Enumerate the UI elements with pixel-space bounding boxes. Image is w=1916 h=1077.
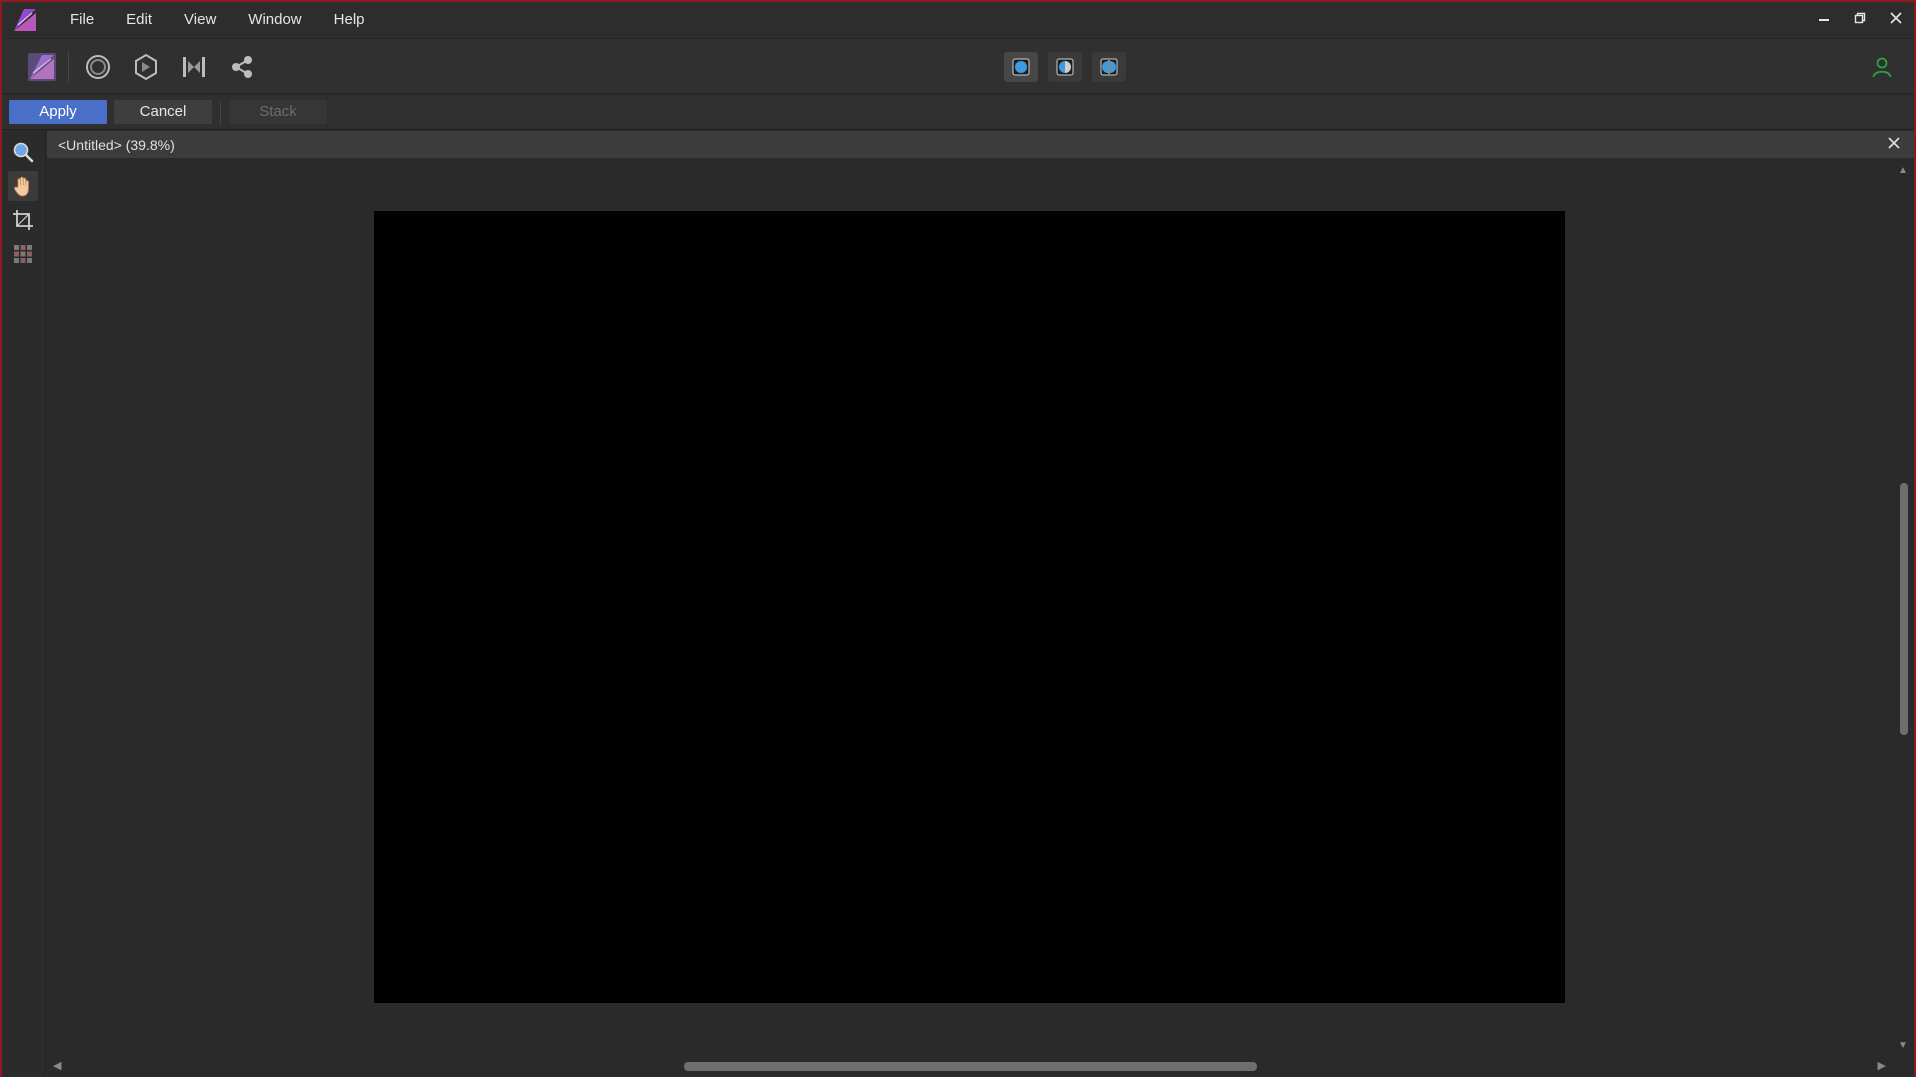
zoom-tool[interactable] [8,137,38,167]
scroll-up-arrow-icon[interactable]: ▲ [1898,165,1908,176]
canvas-area[interactable] [47,159,1894,1055]
view-mode-split-icon [1056,58,1074,76]
menu-bar: File Edit View Window Help [2,2,1914,38]
scroll-right-arrow-icon[interactable]: ▶ [1878,1059,1886,1072]
view-mode-normal-icon [1012,58,1030,76]
menu-edit[interactable]: Edit [110,2,168,38]
minimize-button[interactable] [1806,2,1842,34]
window-controls [1806,2,1914,34]
develop-persona-button[interactable] [128,49,164,85]
horizontal-scroll-thumb[interactable] [684,1062,1257,1071]
document-title: <Untitled> (39.8%) [58,137,175,153]
account-button[interactable] [1864,49,1900,85]
tone-mapping-persona-button[interactable] [176,49,212,85]
photo-persona-button[interactable] [24,49,60,85]
close-document-button[interactable] [1884,135,1904,155]
tools-panel [2,131,46,1077]
menu-help[interactable]: Help [318,2,381,38]
app-window: File Edit View Window Help Apply Cancel … [0,0,1916,1077]
close-icon [1890,12,1902,24]
cancel-button[interactable]: Cancel [114,100,212,124]
menu-view[interactable]: View [168,2,232,38]
document-tab[interactable]: <Untitled> (39.8%) [47,131,1914,159]
toolbar-separator [68,51,69,83]
context-toolbar: Apply Cancel Stack [2,95,1914,130]
vertical-scroll-thumb[interactable] [1900,483,1908,735]
document-canvas[interactable] [374,211,1565,1003]
restore-button[interactable] [1842,2,1878,34]
photo-persona-icon [28,53,56,81]
vertical-scrollbar[interactable]: ▲ ▼ [1894,159,1914,1055]
hand-tool[interactable] [8,171,38,201]
grid-tool[interactable] [8,239,38,269]
minimize-icon [1819,19,1829,21]
crop-tool[interactable] [8,205,38,235]
close-window-button[interactable] [1878,2,1914,34]
export-persona-icon [232,56,252,78]
crop-tool-icon [13,210,33,230]
menu-file[interactable]: File [54,2,110,38]
stack-button[interactable]: Stack [229,100,327,124]
apply-button[interactable]: Apply [9,100,107,124]
affinity-photo-logo-icon[interactable] [12,7,38,33]
menu-window[interactable]: Window [232,2,317,38]
view-mode-mirror-button[interactable] [1092,52,1126,82]
persona-toolbar [2,38,1914,94]
liquify-persona-icon [86,55,110,79]
context-separator [220,101,221,125]
scroll-down-arrow-icon[interactable]: ▼ [1898,1040,1908,1051]
grid-tool-icon [14,245,32,263]
restore-icon [1854,12,1866,24]
hand-tool-icon [14,176,29,197]
tone-mapping-persona-icon [183,57,205,77]
close-icon [1888,137,1900,149]
liquify-persona-button[interactable] [80,49,116,85]
export-persona-button[interactable] [224,49,260,85]
view-mode-normal-button[interactable] [1004,52,1038,82]
scroll-left-arrow-icon[interactable]: ◀ [53,1059,61,1072]
view-mode-split-button[interactable] [1048,52,1082,82]
develop-persona-icon [135,53,157,81]
zoom-tool-icon [13,142,34,163]
user-icon [1872,57,1892,78]
horizontal-scrollbar[interactable]: ◀ ▶ [47,1055,1914,1077]
view-mode-mirror-icon [1100,58,1118,76]
